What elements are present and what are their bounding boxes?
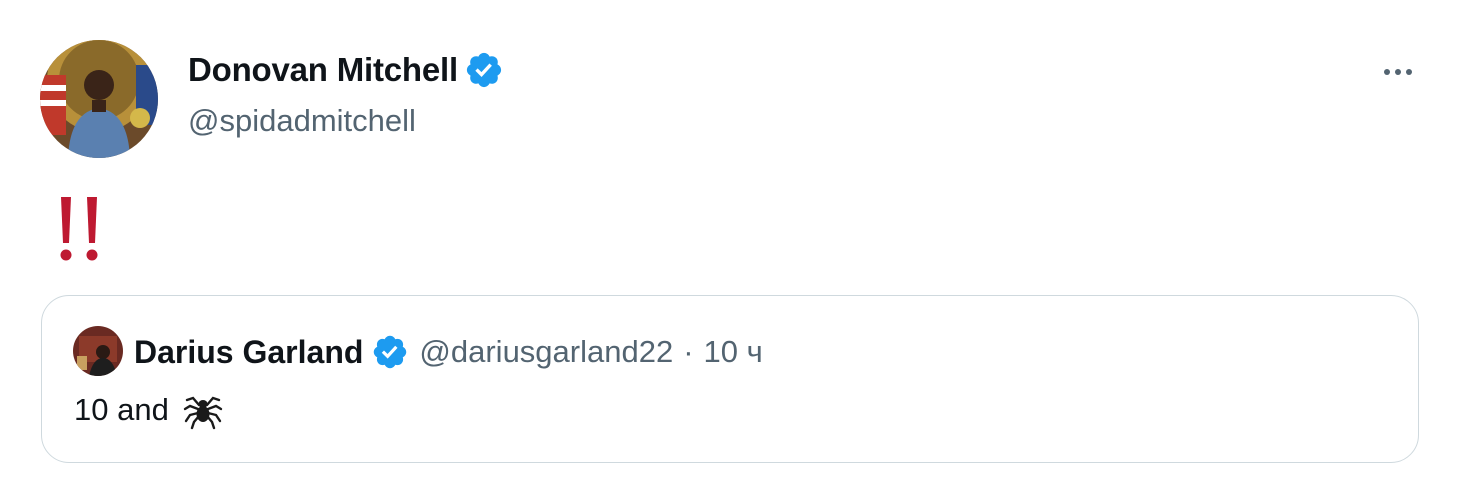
more-dot bbox=[1384, 69, 1390, 75]
quoted-separator: · bbox=[683, 334, 694, 369]
quoted-tweet[interactable]: Darius Garland @dariusgarland22 · 10 ч 1… bbox=[41, 295, 1419, 463]
quoted-author-avatar[interactable] bbox=[73, 326, 123, 376]
tweet-card: Donovan Mitchell @spidadmitchell Darius … bbox=[0, 0, 1460, 477]
author-name-text: Donovan Mitchell bbox=[188, 51, 458, 88]
quoted-text-content: 10 and bbox=[74, 392, 169, 427]
author-handle[interactable]: @spidadmitchell bbox=[188, 103, 416, 139]
more-options-button[interactable] bbox=[1372, 52, 1424, 92]
spider-icon bbox=[183, 390, 223, 430]
quoted-timestamp[interactable]: 10 ч bbox=[704, 334, 763, 370]
quoted-tweet-text: 10 and bbox=[74, 390, 223, 430]
quoted-tweet-header: Darius Garland @dariusgarland22 · 10 ч bbox=[134, 330, 763, 374]
quoted-avatar-image bbox=[73, 326, 123, 376]
quoted-author-name[interactable]: Darius Garland bbox=[134, 334, 363, 371]
double-exclamation-icon bbox=[60, 197, 98, 261]
author-name[interactable]: Donovan Mitchell bbox=[188, 50, 504, 90]
avatar-image bbox=[40, 40, 158, 158]
quoted-verified-badge-icon bbox=[371, 333, 409, 371]
quoted-author-handle[interactable]: @dariusgarland22 bbox=[419, 334, 673, 370]
more-dot bbox=[1406, 69, 1412, 75]
author-avatar[interactable] bbox=[40, 40, 158, 158]
more-dot bbox=[1395, 69, 1401, 75]
tweet-text bbox=[56, 194, 116, 266]
verified-badge-icon bbox=[464, 50, 504, 90]
